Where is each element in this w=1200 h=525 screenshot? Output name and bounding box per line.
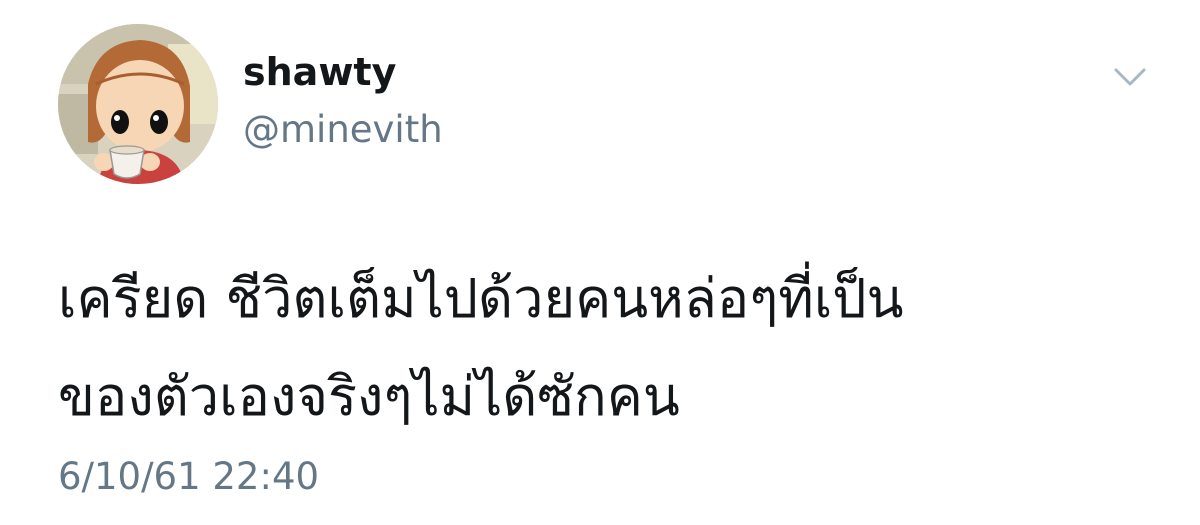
tweet-text-line: ของตัวเองจริงๆไม่ได้ซักคน [58, 365, 680, 428]
tweet-timestamp[interactable]: 6/10/61 22:40 [58, 452, 319, 502]
cartoon-avatar-image [58, 24, 218, 184]
user-avatar[interactable] [58, 24, 218, 184]
chevron-down-icon[interactable] [1108, 60, 1152, 96]
tweet-card: shawty @minevith เครียด ชีวิตเต็มไปด้วยค… [0, 0, 1200, 525]
user-display-name[interactable]: shawty [243, 48, 396, 96]
user-handle[interactable]: @minevith [243, 106, 443, 154]
tweet-text-line: เครียด ชีวิตเต็มไปด้วยคนหล่อๆที่เป็น [58, 267, 904, 330]
tweet-text: เครียด ชีวิตเต็มไปด้วยคนหล่อๆที่เป็น ของ… [58, 250, 1168, 446]
